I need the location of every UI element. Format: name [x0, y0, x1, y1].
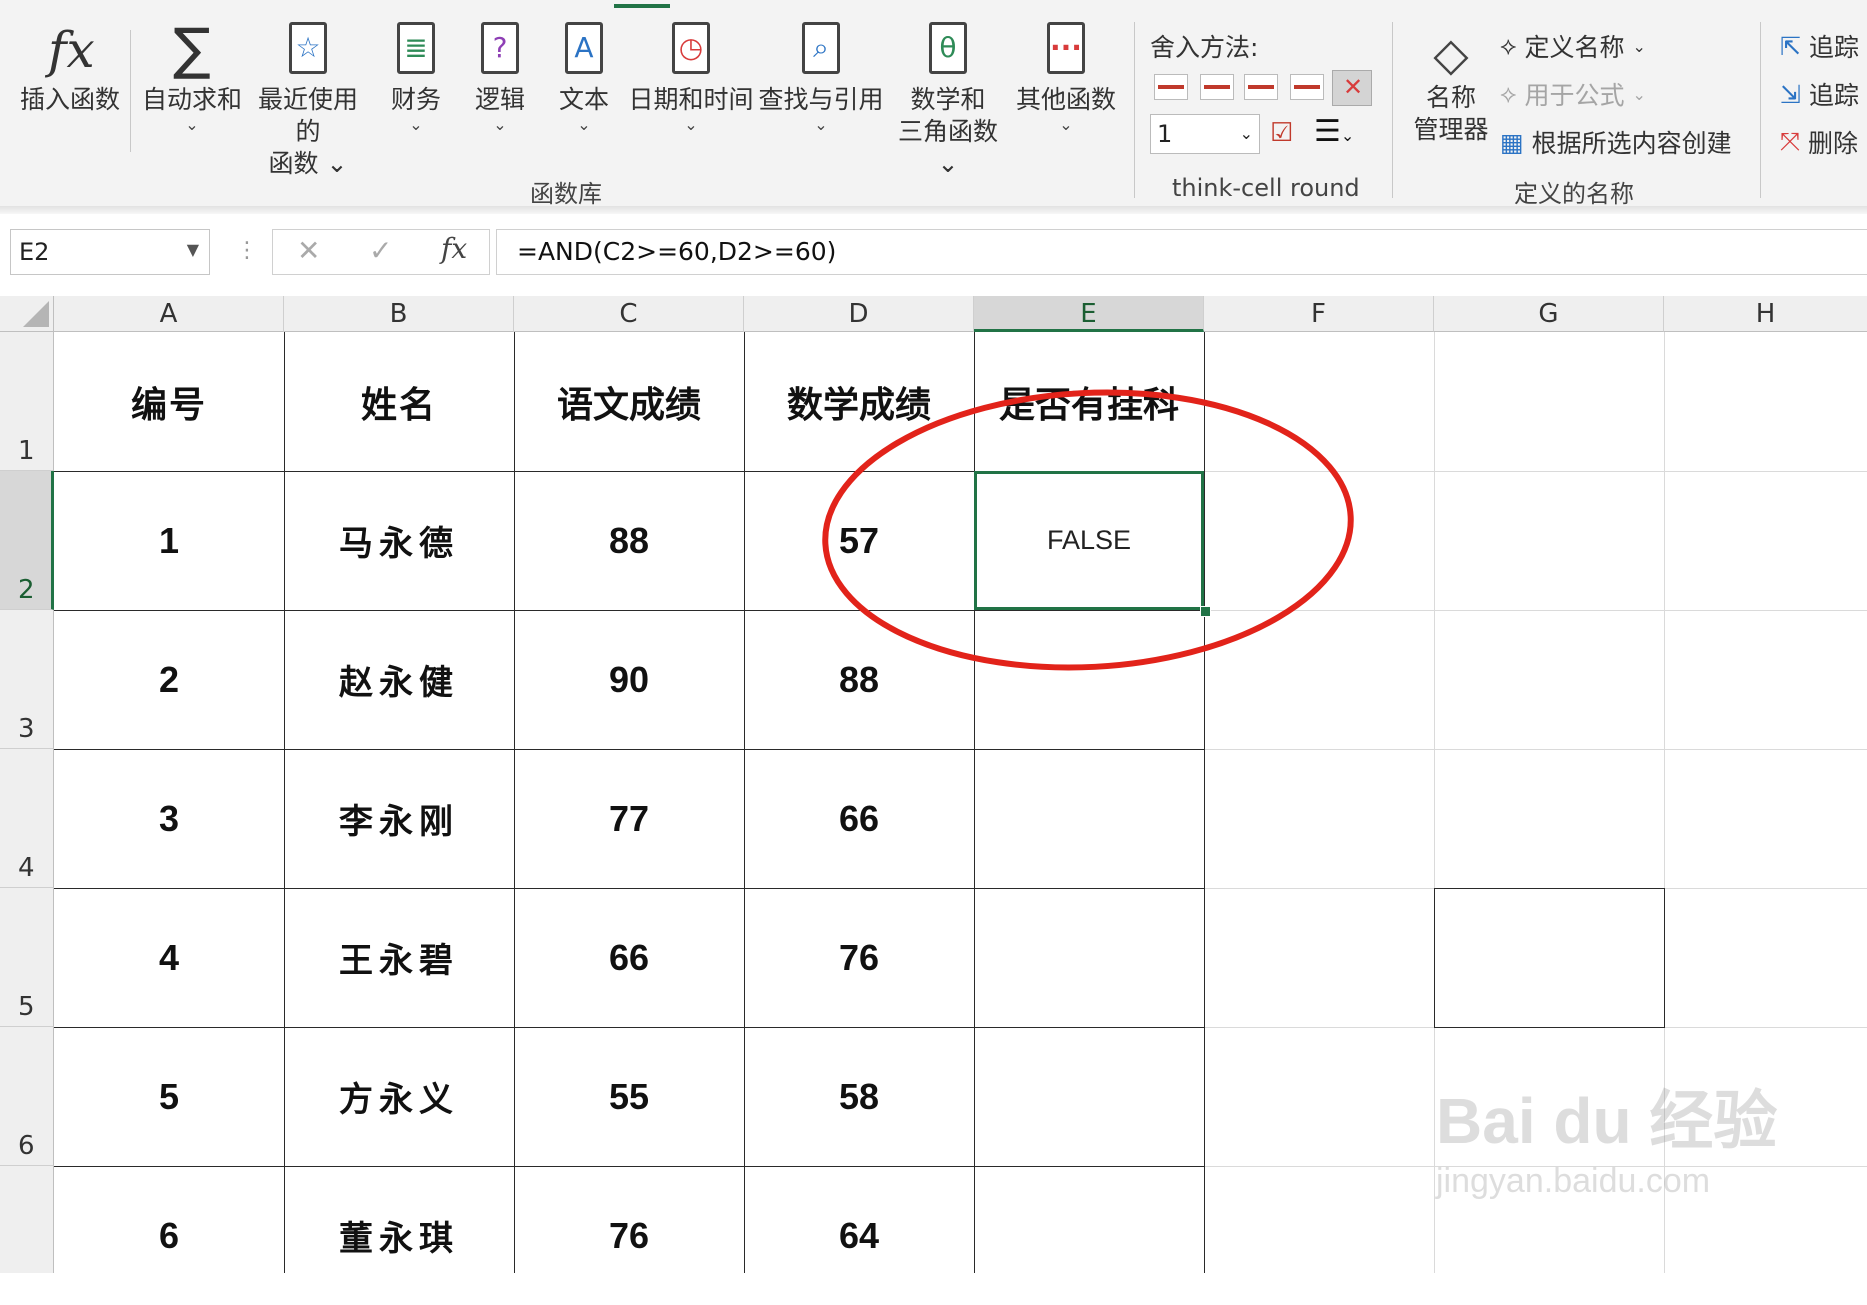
watermark: Bai du 经验 jingyan.baidu.com	[1436, 1070, 1778, 1201]
watermark-brand: Bai du 经验	[1436, 1085, 1778, 1157]
watermark-url: jingyan.baidu.com	[1436, 1162, 1711, 1200]
red-annotation-circle	[822, 389, 1354, 671]
